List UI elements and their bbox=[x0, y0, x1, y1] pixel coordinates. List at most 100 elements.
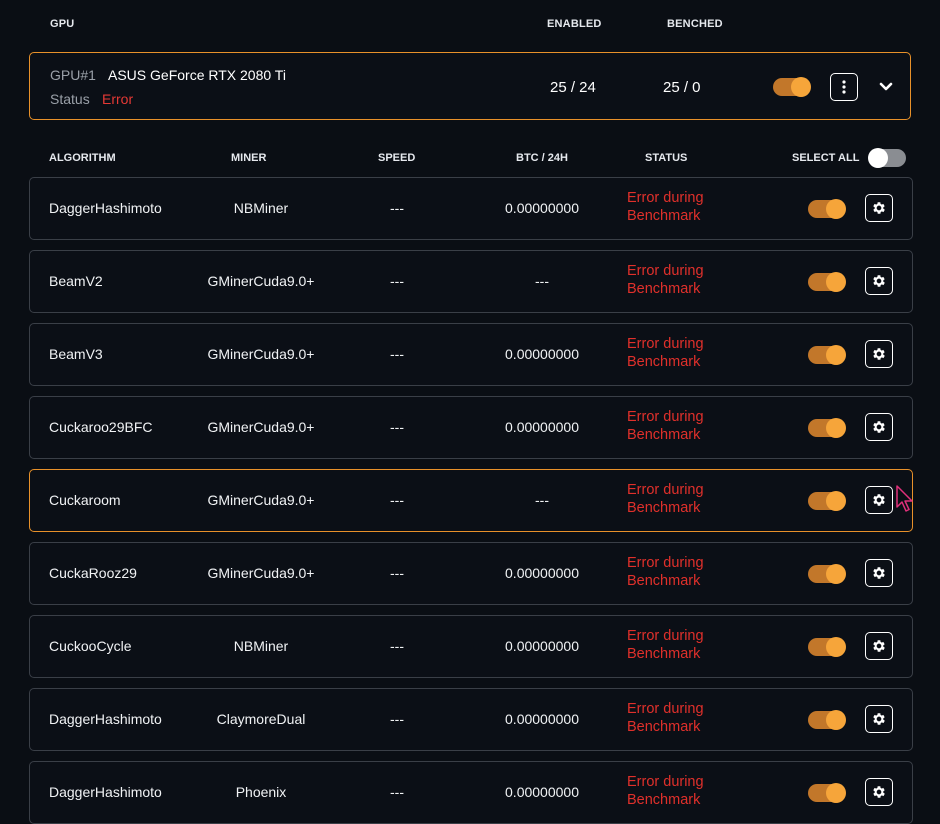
algorithm-name: Cuckaroom bbox=[49, 492, 121, 508]
status-text: Error during Benchmark bbox=[627, 773, 704, 809]
header-enabled: ENABLED bbox=[547, 18, 602, 30]
algorithm-name: DaggerHashimoto bbox=[49, 711, 162, 727]
algorithm-name: DaggerHashimoto bbox=[49, 200, 162, 216]
gpu-enable-toggle[interactable] bbox=[773, 77, 811, 97]
gpu-device-card[interactable]: GPU#1 ASUS GeForce RTX 2080 Ti Status Er… bbox=[29, 52, 911, 120]
algorithm-row[interactable]: BeamV3 GMinerCuda9.0+ --- 0.00000000 Error d… bbox=[29, 323, 913, 386]
algorithm-settings-button[interactable] bbox=[865, 413, 893, 441]
gear-icon bbox=[873, 494, 885, 506]
header-gpu: GPU bbox=[50, 18, 75, 30]
status-text: Error during Benchmark bbox=[627, 262, 704, 298]
speed-value: --- bbox=[390, 784, 404, 800]
algorithm-settings-button[interactable] bbox=[865, 267, 893, 295]
algorithm-settings-button[interactable] bbox=[865, 705, 893, 733]
status-line-1: Error during bbox=[627, 555, 704, 571]
btc-per-day-value: 0.00000000 bbox=[505, 565, 579, 581]
miner-name: Phoenix bbox=[235, 784, 287, 800]
select-all-toggle[interactable] bbox=[868, 148, 906, 168]
algorithm-settings-button[interactable] bbox=[865, 486, 893, 514]
more-options-button[interactable] bbox=[830, 73, 858, 101]
column-algorithm: ALGORITHM bbox=[49, 152, 116, 164]
header-benched: BENCHED bbox=[667, 18, 723, 30]
status-text: Error during Benchmark bbox=[627, 189, 704, 225]
column-miner: MINER bbox=[231, 152, 267, 164]
status-line-1: Error during bbox=[627, 190, 704, 206]
gear-icon bbox=[873, 567, 885, 579]
btc-per-day-value: 0.00000000 bbox=[505, 784, 579, 800]
speed-value: --- bbox=[390, 492, 404, 508]
algorithm-row[interactable]: CuckaRooz29 GMinerCuda9.0+ --- 0.00000000 Er… bbox=[29, 542, 913, 605]
gpu-enabled-count: 25 / 24 bbox=[550, 79, 596, 96]
miner-name: GMinerCuda9.0+ bbox=[207, 565, 315, 581]
gpu-status-value: Error bbox=[102, 91, 134, 107]
column-status: STATUS bbox=[645, 152, 688, 164]
status-text: Error during Benchmark bbox=[627, 700, 704, 736]
gpu-id: GPU#1 bbox=[50, 67, 96, 83]
miner-name: NBMiner bbox=[233, 200, 289, 216]
status-line-2: Benchmark bbox=[627, 719, 701, 735]
gear-icon bbox=[873, 640, 885, 652]
status-line-1: Error during bbox=[627, 701, 704, 717]
algorithm-enable-toggle[interactable] bbox=[808, 710, 846, 730]
algorithm-row[interactable]: DaggerHashimoto NBMiner --- 0.00000000 Error… bbox=[29, 177, 913, 240]
gpu-status-label: Status bbox=[50, 91, 90, 107]
speed-value: --- bbox=[390, 638, 404, 654]
algorithm-enable-toggle[interactable] bbox=[808, 199, 846, 219]
algorithm-settings-button[interactable] bbox=[865, 632, 893, 660]
algorithm-enable-toggle[interactable] bbox=[808, 783, 846, 803]
algorithm-row[interactable]: Cuckaroo29BFC GMinerCuda9.0+ --- 0.00000000… bbox=[29, 396, 913, 459]
status-line-2: Benchmark bbox=[627, 281, 701, 297]
status-line-1: Error during bbox=[627, 336, 704, 352]
algorithm-enable-toggle[interactable] bbox=[808, 272, 846, 292]
algorithm-enable-toggle[interactable] bbox=[808, 345, 846, 365]
speed-value: --- bbox=[390, 273, 404, 289]
gear-icon bbox=[873, 786, 885, 798]
btc-per-day-value: 0.00000000 bbox=[505, 711, 579, 727]
algorithm-settings-button[interactable] bbox=[865, 559, 893, 587]
algorithm-row[interactable]: CuckooCycle NBMiner --- 0.00000000 Error dur… bbox=[29, 615, 913, 678]
algorithm-enable-toggle[interactable] bbox=[808, 564, 846, 584]
miner-name: GMinerCuda9.0+ bbox=[207, 492, 315, 508]
algorithm-enable-toggle[interactable] bbox=[808, 418, 846, 438]
algorithm-row[interactable]: Cuckaroom GMinerCuda9.0+ --- --- Error durin… bbox=[29, 469, 913, 532]
status-line-1: Error during bbox=[627, 482, 704, 498]
vertical-dots-icon bbox=[842, 80, 846, 94]
status-line-1: Error during bbox=[627, 409, 704, 425]
status-text: Error during Benchmark bbox=[627, 481, 704, 517]
select-all-label: SELECT ALL bbox=[792, 152, 860, 164]
status-text: Error during Benchmark bbox=[627, 627, 704, 663]
status-text: Error during Benchmark bbox=[627, 408, 704, 444]
status-line-2: Benchmark bbox=[627, 208, 701, 224]
status-text: Error during Benchmark bbox=[627, 335, 704, 371]
algorithm-settings-button[interactable] bbox=[865, 340, 893, 368]
miner-name: GMinerCuda9.0+ bbox=[207, 419, 315, 435]
status-line-2: Benchmark bbox=[627, 354, 701, 370]
status-line-2: Benchmark bbox=[627, 792, 701, 808]
algorithm-enable-toggle[interactable] bbox=[808, 491, 846, 511]
gear-icon bbox=[873, 348, 885, 360]
miner-name: GMinerCuda9.0+ bbox=[207, 346, 315, 362]
algorithm-row[interactable]: BeamV2 GMinerCuda9.0+ --- --- Error during Be… bbox=[29, 250, 913, 313]
chevron-down-icon[interactable] bbox=[879, 82, 893, 92]
algorithm-row[interactable]: DaggerHashimoto Phoenix --- 0.00000000 Error… bbox=[29, 761, 913, 824]
gear-icon bbox=[873, 202, 885, 214]
speed-value: --- bbox=[390, 346, 404, 362]
status-line-2: Benchmark bbox=[627, 427, 701, 443]
btc-per-day-value: --- bbox=[535, 273, 549, 289]
algorithm-name: BeamV3 bbox=[49, 346, 103, 362]
algorithm-name: DaggerHashimoto bbox=[49, 784, 162, 800]
btc-per-day-value: 0.00000000 bbox=[505, 638, 579, 654]
status-line-2: Benchmark bbox=[627, 573, 701, 589]
status-line-1: Error during bbox=[627, 263, 704, 279]
algorithm-name: BeamV2 bbox=[49, 273, 103, 289]
algorithm-settings-button[interactable] bbox=[865, 778, 893, 806]
algorithm-row[interactable]: DaggerHashimoto ClaymoreDual --- 0.00000000… bbox=[29, 688, 913, 751]
algorithm-settings-button[interactable] bbox=[865, 194, 893, 222]
gpu-name: ASUS GeForce RTX 2080 Ti bbox=[108, 67, 286, 83]
btc-per-day-value: 0.00000000 bbox=[505, 200, 579, 216]
gear-icon bbox=[873, 275, 885, 287]
column-speed: SPEED bbox=[378, 152, 416, 164]
algorithm-enable-toggle[interactable] bbox=[808, 637, 846, 657]
gear-icon bbox=[873, 713, 885, 725]
speed-value: --- bbox=[390, 419, 404, 435]
